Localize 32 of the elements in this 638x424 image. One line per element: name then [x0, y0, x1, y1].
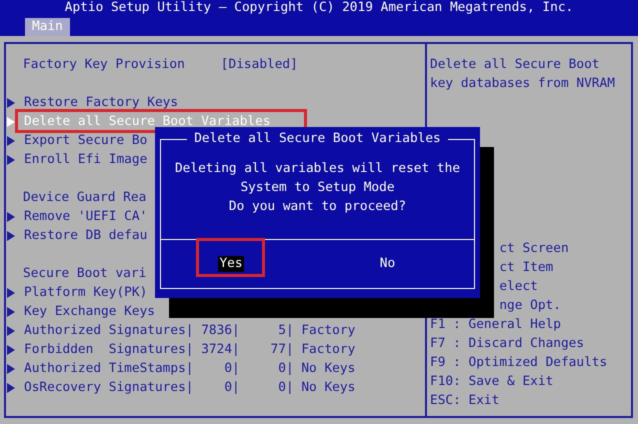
key-hint: F7 : Discard Changes: [430, 335, 584, 353]
key-hint: elect: [499, 278, 538, 296]
menu-item[interactable]: Authorized TimeStamps| 0| 0| No Keys: [24, 359, 356, 378]
setting-value[interactable]: [Disabled]: [220, 55, 298, 74]
menu-item[interactable]: Restore DB defau: [24, 226, 148, 245]
dialog-button[interactable]: Yes: [218, 256, 244, 272]
dialog-button[interactable]: No: [378, 256, 396, 272]
menu-item[interactable]: Forbidden Signatures| 3724| 77| Factory: [24, 340, 356, 359]
menu-item[interactable]: Restore Factory Keys: [24, 93, 178, 112]
key-hint: F9 : Optimized Defaults: [430, 354, 608, 372]
help-text: key databases from NVRAM: [430, 75, 615, 93]
menu-item[interactable]: Platform Key(PK): [24, 283, 148, 302]
key-hint: ESC: Exit: [430, 392, 500, 410]
menu-item[interactable]: Export Secure Bo: [24, 131, 148, 150]
menu-item[interactable]: Key Exchange Keys: [24, 302, 155, 321]
key-hint: nge Opt.: [499, 297, 561, 315]
help-text: Delete all Secure Boot: [430, 56, 600, 74]
section-heading: Secure Boot vari: [23, 265, 146, 283]
section-heading: Device Guard Rea: [23, 189, 146, 207]
key-hint: ct Screen: [499, 240, 569, 258]
menu-item[interactable]: Authorized Signatures| 7836| 5| Factory: [24, 321, 356, 340]
dialog-message: System to Setup Mode: [240, 179, 395, 197]
window-title: Aptio Setup Utility – Copyright (C) 2019 American Megatrends, Inc.: [64, 0, 574, 17]
key-hint: F1 : General Help: [430, 316, 561, 334]
setting-label: Factory Key Provision: [23, 56, 185, 74]
menu-item[interactable]: OsRecovery Signatures| 0| 0| No Keys: [24, 378, 356, 397]
key-hint: ct Item: [499, 259, 554, 277]
key-hint: F10: Save & Exit: [430, 373, 554, 391]
dialog-message: Do you want to proceed?: [228, 198, 406, 216]
dialog-message: Deleting all variables will reset the: [174, 160, 460, 178]
menu-item[interactable]: Enroll Efi Image: [24, 150, 148, 169]
menu-item[interactable]: Remove 'UEFI CA': [24, 207, 148, 226]
